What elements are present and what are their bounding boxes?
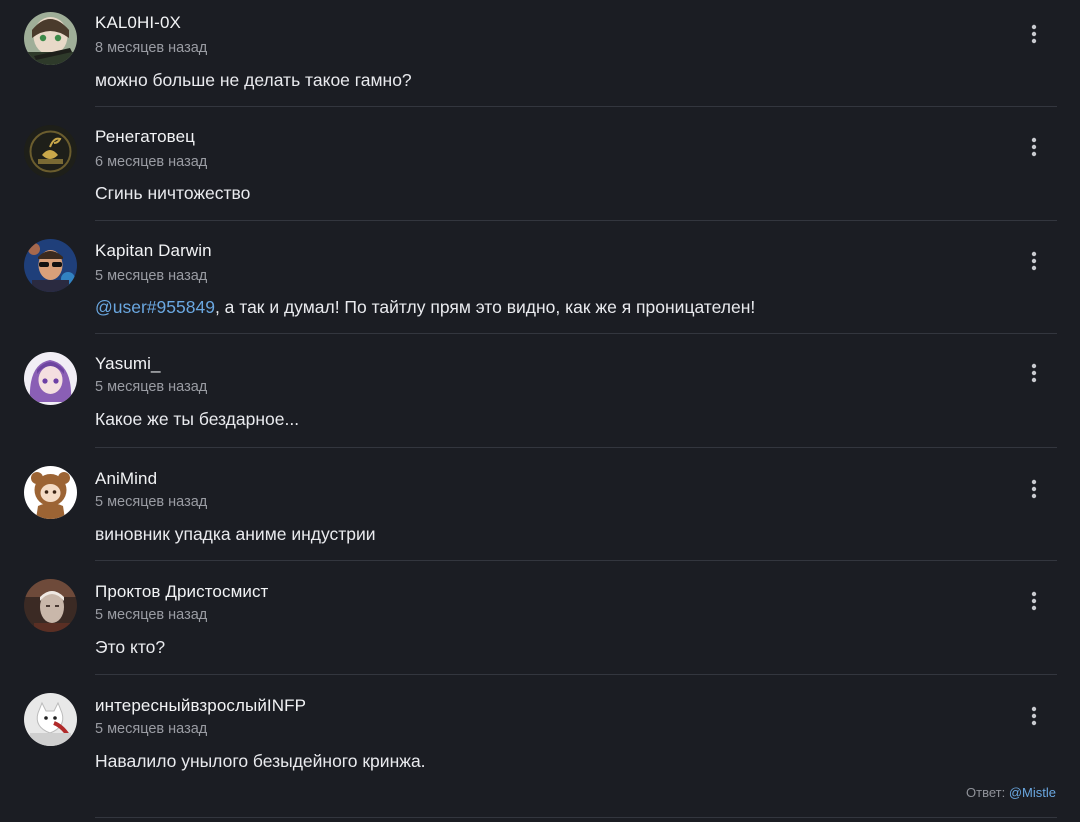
avatar[interactable] [24, 125, 77, 178]
comment-timestamp: 5 месяцев назад [95, 720, 208, 737]
avatar[interactable] [24, 12, 77, 65]
vertical-dots-icon [1031, 137, 1037, 157]
avatar[interactable] [24, 692, 77, 746]
comment-item: Yasumi_ 5 месяцев назад Какое же ты безд… [0, 334, 1080, 448]
comment-timestamp: 5 месяцев назад [95, 379, 208, 395]
avatar[interactable] [24, 238, 77, 292]
avatar[interactable] [24, 579, 77, 632]
comment-menu-button[interactable] [1022, 20, 1046, 48]
comment-item: Ренегатовец 6 месяцев назад Сгинь ничтож… [0, 107, 1080, 221]
comment-text: @user#955849, а так и думал! По тайтлу п… [95, 297, 755, 318]
comment-menu-button[interactable] [1022, 359, 1046, 387]
bear-costume-avatar-icon [24, 465, 77, 519]
comment-timestamp: 5 месяцев назад [95, 267, 208, 284]
comment-text: виновник упадка аниме индустрии [95, 523, 376, 544]
reply-to-link[interactable]: @Mistle [1009, 785, 1056, 800]
anime-girl-avatar-icon [24, 12, 77, 65]
comment-timestamp: 8 месяцев назад [95, 40, 208, 56]
comment-menu-button[interactable] [1022, 475, 1046, 503]
avatar[interactable] [24, 352, 77, 405]
comment-text-body: , а так и думал! По тайтлу прям это видн… [214, 296, 756, 317]
comment-timestamp: 6 месяцев назад [95, 154, 208, 170]
comment-text: Навалило унылого безыдейного кринжа. [95, 750, 426, 771]
comment-item: интересныйвзрослыйINFP 5 месяцев назад Н… [0, 675, 1080, 822]
cat-red-avatar-icon [24, 692, 77, 746]
comment-item: KAL0HI-0X 8 месяцев назад можно больше н… [0, 0, 1080, 107]
vertical-dots-icon [1031, 24, 1037, 44]
vertical-dots-icon [1031, 706, 1037, 725]
comment-text: Сгинь ничтожество [95, 183, 251, 203]
vertical-dots-icon [1031, 251, 1037, 270]
author-name[interactable]: Yasumi_ [95, 354, 161, 374]
purple-hair-anime-avatar-icon [24, 352, 77, 405]
comment-menu-button[interactable] [1022, 247, 1046, 275]
vertical-dots-icon [1031, 363, 1037, 383]
comment-divider [95, 816, 1057, 818]
author-name[interactable]: KAL0HI-0X [95, 13, 181, 33]
comment-menu-button[interactable] [1022, 133, 1046, 161]
comment-text: можно больше не делать такое гамно? [95, 70, 412, 90]
scorpion-emblem-avatar-icon [24, 125, 77, 178]
comment-list: KAL0HI-0X 8 месяцев назад можно больше н… [0, 0, 1080, 822]
reply-prefix: Ответ: [966, 784, 1006, 800]
comment-item: Kapitan Darwin 5 месяцев назад @user#955… [0, 221, 1080, 334]
author-name[interactable]: Проктов Дристосмист [95, 582, 268, 602]
author-name[interactable]: Ренегатовец [95, 127, 195, 147]
author-name[interactable]: AniMind [95, 469, 157, 489]
author-name[interactable]: Kapitan Darwin [95, 241, 212, 261]
comment-item: Проктов Дристосмист 5 месяцев назад Это … [0, 561, 1080, 675]
comment-text: Это кто? [95, 637, 166, 657]
comment-item: AniMind 5 месяцев назад виновник упадка … [0, 448, 1080, 561]
comment-menu-button[interactable] [1022, 702, 1046, 730]
author-name[interactable]: интересныйвзрослыйINFP [95, 696, 306, 716]
comment-text: Какое же ты бездарное... [95, 409, 300, 429]
avatar[interactable] [24, 465, 77, 519]
vertical-dots-icon [1031, 591, 1037, 611]
man-sunglasses-avatar-icon [24, 238, 77, 292]
comment-timestamp: 5 месяцев назад [95, 607, 208, 623]
comment-timestamp: 5 месяцев назад [95, 493, 208, 510]
user-mention-link[interactable]: @user#955849 [95, 297, 215, 317]
face-photo-avatar-icon [24, 579, 77, 632]
reply-to-line: Ответ: @Mistle [966, 785, 1056, 800]
vertical-dots-icon [1031, 479, 1037, 498]
comment-menu-button[interactable] [1022, 587, 1046, 615]
